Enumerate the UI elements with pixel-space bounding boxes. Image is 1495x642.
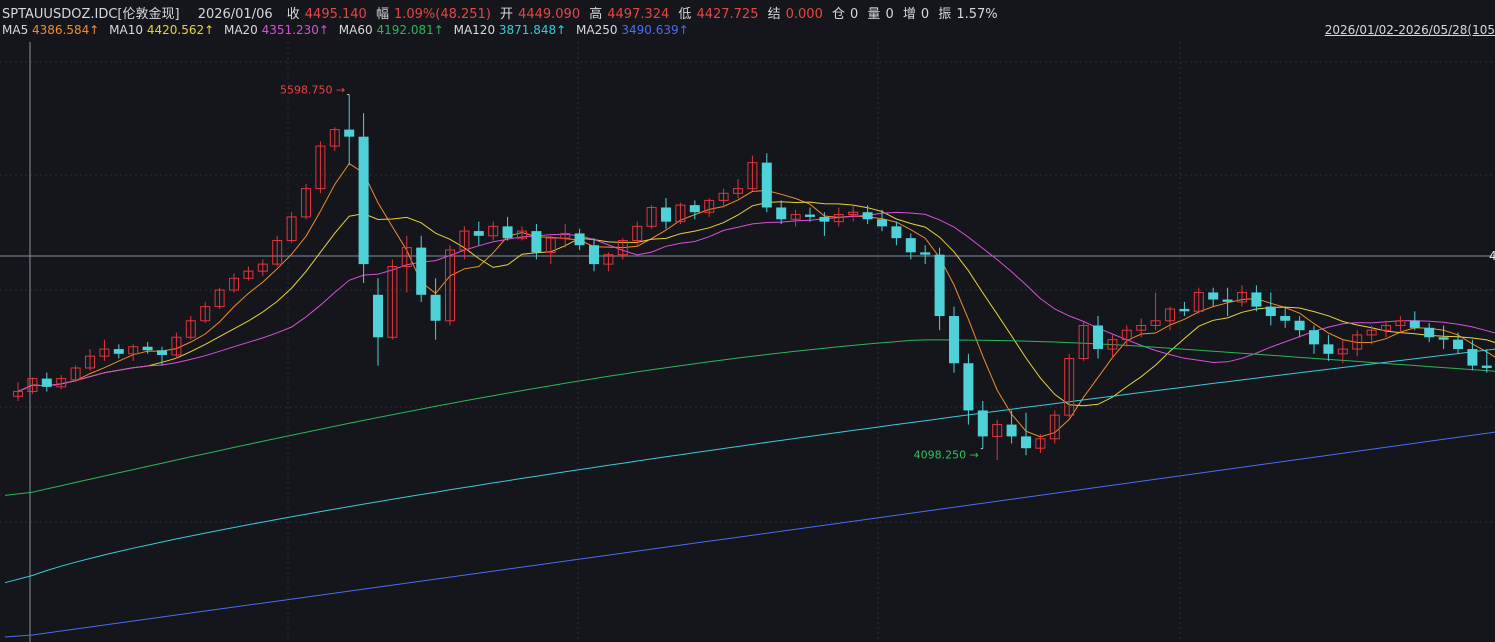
candle-body-down — [41, 378, 52, 387]
oi-value: 0 — [850, 7, 859, 22]
annotation-high: 5598.750 → — [280, 83, 345, 96]
oi-label: 仓 — [831, 7, 845, 22]
ma250-value: 3490.639↑ — [621, 23, 689, 37]
candle-body-down — [1424, 327, 1435, 338]
candle-body-down — [891, 226, 902, 239]
change-label: 幅 — [375, 7, 389, 22]
settle-value: 0.000 — [785, 7, 823, 22]
candle-body-down — [574, 233, 585, 246]
candle-body-down — [1323, 344, 1334, 354]
candle-body-down — [1006, 424, 1017, 437]
candle-body-down — [977, 410, 988, 437]
candle-body-down — [661, 207, 671, 222]
vol-value: 0 — [885, 7, 894, 22]
ma5-name: MA5 — [2, 23, 29, 37]
candle-body-down — [1208, 292, 1219, 300]
candle-body-down — [1265, 306, 1276, 317]
ma250-line — [4, 431, 1495, 638]
candle-body-down — [761, 162, 772, 208]
candle-body-down — [142, 346, 153, 351]
ma60-value: 4192.081↑ — [376, 23, 444, 37]
candle-body-down — [862, 212, 873, 220]
candle-body-down — [1294, 320, 1305, 331]
ma20-name: MA20 — [223, 23, 258, 37]
vol-label: 量 — [867, 7, 881, 22]
candle-body-down — [949, 316, 959, 364]
ma120-name: MA120 — [453, 23, 496, 37]
candle-body-down — [805, 214, 815, 217]
ma250-name: MA250 — [576, 23, 618, 37]
ma10-name: MA10 — [109, 23, 144, 37]
candle-body-down — [1438, 337, 1449, 340]
ma60-line — [4, 339, 1495, 496]
ma-legend: MA5 4386.584↑ MA10 4420.562↑ MA20 4351.2… — [2, 23, 695, 37]
candle-body-down — [1309, 330, 1319, 345]
low-value: 4427.725 — [696, 7, 759, 22]
ma250-legend[interactable]: MA250 3490.639↑ — [576, 23, 689, 37]
candle-body-down — [819, 216, 830, 222]
candle-body-down — [344, 129, 355, 137]
candle-body-down — [1251, 292, 1262, 307]
candle-body-down — [113, 349, 124, 354]
high-value: 4497.324 — [607, 7, 670, 22]
candle-body-down — [502, 226, 513, 239]
ma20-legend[interactable]: MA20 4351.230↑ — [224, 23, 329, 37]
ma5-legend[interactable]: MA5 4386.584↑ — [2, 23, 99, 37]
close-label: 收 — [286, 7, 300, 22]
candle-body-down — [934, 254, 945, 317]
settle-label: 结 — [767, 7, 781, 22]
amp-label: 振 — [938, 7, 952, 22]
candle-body-down — [1409, 320, 1420, 328]
change-value: 1.09%(48.251) — [393, 7, 491, 22]
candle-body-down — [1481, 365, 1492, 368]
price-axis-label: 4 — [1489, 249, 1495, 263]
candle-body-down — [1453, 339, 1463, 350]
candlestick-chart[interactable]: 4 5598.750 → 4098.250 → — [0, 42, 1495, 642]
candle-body-down — [1179, 308, 1190, 312]
candle-body-down — [905, 238, 916, 253]
annotation-low: 4098.250 → — [914, 449, 979, 462]
inc-value: 0 — [920, 7, 930, 22]
symbol-name[interactable]: SPTAUUSDOZ.IDC[伦敦金现] — [2, 7, 180, 22]
candle-body-down — [1021, 436, 1031, 449]
ma20-value: 4351.230↑ — [261, 23, 329, 37]
candle-body-down — [430, 294, 441, 321]
candle-body-down — [473, 231, 484, 236]
ma120-legend[interactable]: MA120 3871.848↑ — [454, 23, 567, 37]
low-label: 低 — [678, 7, 692, 22]
inc-label: 增 — [902, 7, 916, 22]
ma60-name: MA60 — [338, 23, 373, 37]
date-range[interactable]: 2026/01/02-2026/05/28(105 — [1325, 23, 1495, 37]
candle-body-down — [416, 247, 427, 295]
candle-body-down — [373, 294, 383, 338]
ma10-value: 4420.562↑ — [146, 23, 215, 37]
ma5-value: 4386.584↑ — [32, 23, 100, 37]
candle-body-down — [776, 207, 787, 220]
ma120-value: 3871.848↑ — [498, 23, 567, 37]
candle-body-down — [1222, 299, 1233, 302]
candle-body-down — [963, 363, 974, 411]
ma120-line — [4, 348, 1495, 584]
quote-info-row: SPTAUUSDOZ.IDC[伦敦金现] 2026/01/06 收 4495.14… — [2, 3, 1003, 22]
candle-body-down — [877, 219, 887, 227]
quote-date: 2026/01/06 — [197, 7, 273, 22]
close-value: 4495.140 — [304, 7, 367, 22]
candle-body-down — [589, 245, 599, 265]
candle-body-down — [689, 205, 700, 213]
high-label: 高 — [589, 7, 603, 22]
candle-body-down — [358, 136, 369, 265]
candle-body-down — [1093, 325, 1103, 350]
open-value: 4449.090 — [518, 7, 581, 22]
amp-value: 1.57% — [956, 7, 998, 22]
candle-body-down — [1467, 349, 1478, 366]
candle-body-down — [531, 231, 542, 253]
candle-body-down — [920, 252, 931, 255]
open-label: 开 — [500, 7, 514, 22]
quote-header: SPTAUUSDOZ.IDC[伦敦金现] 2026/01/06 收 4495.14… — [0, 0, 1495, 42]
ma60-legend[interactable]: MA60 4192.081↑ — [339, 23, 444, 37]
candle-body-down — [1280, 316, 1291, 321]
ma10-legend[interactable]: MA10 4420.562↑ — [109, 23, 214, 37]
candle-body-down — [157, 350, 167, 355]
